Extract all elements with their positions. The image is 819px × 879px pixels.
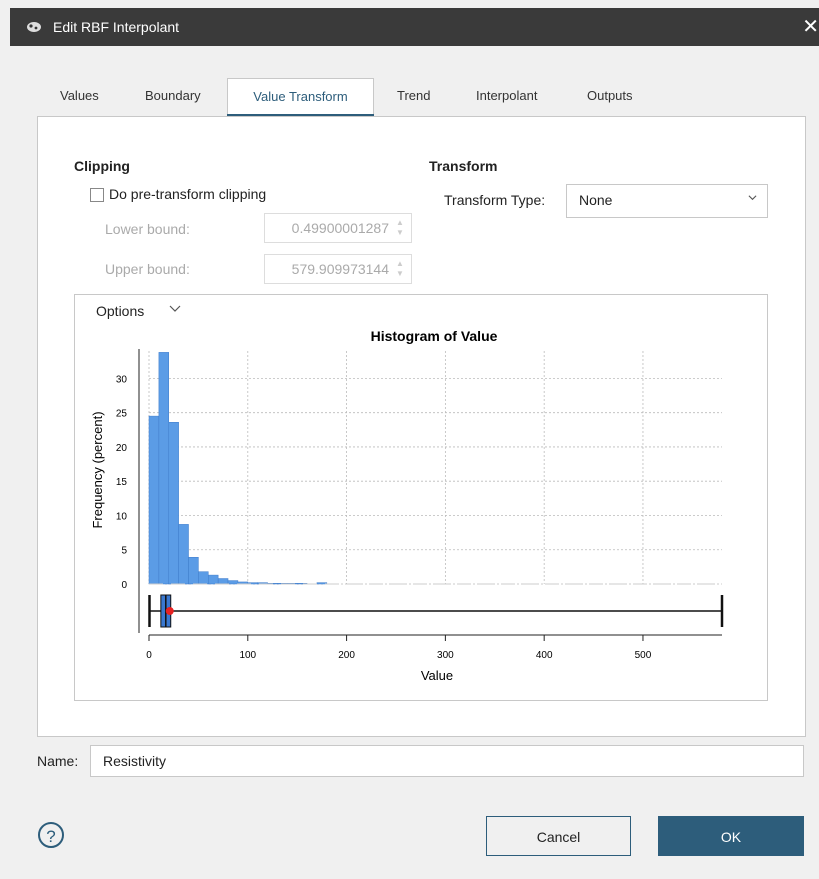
transform-type-select[interactable]: None bbox=[566, 184, 768, 218]
y-tick-label: 20 bbox=[116, 443, 128, 454]
close-icon[interactable]: ✕ bbox=[802, 14, 819, 39]
name-label: Name: bbox=[37, 753, 79, 769]
boxplot bbox=[148, 594, 724, 628]
chart-axes: 0510152025300 100 200 300 400 500 bbox=[116, 349, 722, 661]
tab-outputs[interactable]: Outputs bbox=[587, 78, 633, 114]
clipping-title: Clipping bbox=[74, 158, 130, 174]
y-axis-label: Frequency (percent) bbox=[90, 411, 105, 528]
spinner-arrows-icon: ▲ ▼ bbox=[396, 259, 404, 278]
tab-value-transform[interactable]: Value Transform bbox=[227, 78, 374, 117]
name-input[interactable]: Resistivity bbox=[90, 745, 804, 777]
cancel-button[interactable]: Cancel bbox=[486, 816, 631, 856]
x-tick-label: 400 bbox=[536, 650, 553, 661]
histogram-bar bbox=[188, 557, 199, 585]
y-tick-label: 5 bbox=[121, 546, 127, 557]
histogram-panel: Options Histogram of Value 0 5 10 15 20 25 30 0… bbox=[74, 294, 768, 701]
title-bar: Edit RBF Interpolant ✕ bbox=[10, 8, 819, 46]
upper-bound-label: Upper bound: bbox=[105, 261, 190, 277]
lower-bound-value: 0.49900001287 bbox=[291, 220, 389, 236]
tab-boundary[interactable]: Boundary bbox=[145, 78, 201, 114]
pre-transform-clipping-checkbox[interactable] bbox=[90, 188, 104, 202]
app-icon bbox=[27, 22, 41, 32]
tab-values[interactable]: Values bbox=[60, 78, 99, 114]
y-tick-label: 15 bbox=[116, 477, 128, 488]
spinner-arrows-icon: ▲ ▼ bbox=[396, 218, 404, 237]
window-title: Edit RBF Interpolant bbox=[53, 19, 180, 35]
histogram-bar bbox=[168, 422, 179, 585]
transform-type-value: None bbox=[579, 192, 613, 208]
chart-grid bbox=[148, 351, 722, 585]
x-tick-label: 300 bbox=[437, 650, 454, 661]
help-icon[interactable]: ? bbox=[38, 822, 64, 848]
ok-button[interactable]: OK bbox=[658, 816, 804, 856]
y-tick-label: 25 bbox=[116, 409, 128, 420]
lower-bound-label: Lower bound: bbox=[105, 221, 190, 237]
y-tick-label: 10 bbox=[116, 511, 128, 522]
x-axis-label: Value bbox=[421, 668, 453, 683]
x-tick-label: 200 bbox=[338, 650, 355, 661]
chevron-down-icon bbox=[748, 195, 757, 201]
chart-title: Histogram of Value bbox=[371, 328, 498, 344]
transform-type-label: Transform Type: bbox=[444, 192, 546, 208]
histogram-bar bbox=[227, 580, 239, 585]
histogram-bar bbox=[178, 524, 189, 585]
upper-bound-spinner[interactable]: 579.909973144 ▲ ▼ bbox=[264, 254, 412, 284]
name-value: Resistivity bbox=[103, 753, 167, 769]
options-menu[interactable]: Options bbox=[96, 303, 144, 319]
lower-bound-spinner[interactable]: 0.49900001287 ▲ ▼ bbox=[264, 213, 412, 243]
histogram-bars bbox=[148, 352, 328, 585]
transform-title: Transform bbox=[429, 158, 498, 174]
tab-trend[interactable]: Trend bbox=[397, 78, 430, 114]
x-tick-label: 0 bbox=[146, 650, 152, 661]
tab-interpolant[interactable]: Interpolant bbox=[476, 78, 537, 114]
boxplot-mean-marker bbox=[165, 607, 174, 615]
pre-transform-clipping-label: Do pre-transform clipping bbox=[109, 186, 267, 202]
histogram-bar bbox=[208, 574, 219, 585]
histogram-bar bbox=[217, 578, 229, 585]
histogram-bar bbox=[158, 352, 170, 585]
histogram-bar bbox=[148, 415, 160, 585]
x-tick-label: 100 bbox=[239, 650, 256, 661]
y-tick-label: 30 bbox=[116, 374, 128, 385]
histogram-chart: Options Histogram of Value 0510152025300… bbox=[90, 303, 724, 683]
x-tick-label: 500 bbox=[635, 650, 652, 661]
options-chevron-icon[interactable] bbox=[169, 305, 181, 312]
upper-bound-value: 579.909973144 bbox=[291, 261, 389, 277]
histogram-bar bbox=[198, 571, 209, 585]
y-tick-label: 0 bbox=[121, 580, 127, 591]
